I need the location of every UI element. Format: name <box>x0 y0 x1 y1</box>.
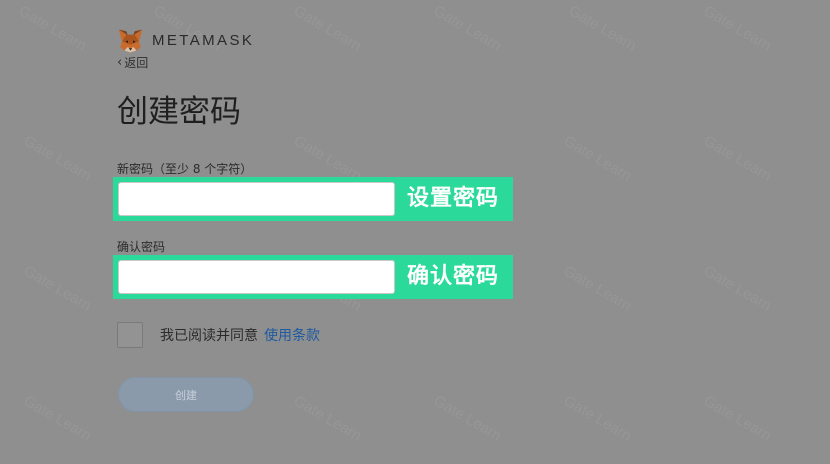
new-password-label: 新密码（至少 8 个字符） <box>117 162 253 176</box>
confirm-password-input[interactable] <box>118 260 395 294</box>
watermark: Gate Learn <box>290 392 365 445</box>
metamask-fox-icon <box>118 29 143 53</box>
metamask-logo: METAMASK <box>117 27 254 54</box>
confirm-password-annotation: 确认密码 <box>407 264 500 289</box>
watermark: Gate Learn <box>20 132 95 185</box>
watermark: Gate Learn <box>20 392 95 445</box>
new-password-highlight: 设置密码 <box>113 177 513 221</box>
new-password-input[interactable] <box>118 182 395 216</box>
watermark: Gate Learn <box>290 2 365 55</box>
brand-name: METAMASK <box>152 32 255 49</box>
watermark: Gate Learn <box>700 392 775 445</box>
set-password-annotation: 设置密码 <box>407 186 500 211</box>
watermark: Gate Learn <box>20 262 95 315</box>
confirm-password-highlight: 确认密码 <box>113 255 513 299</box>
back-link[interactable]: ‹ 返回 <box>117 54 148 71</box>
watermark: Gate Learn <box>430 2 505 55</box>
watermark: Gate Learn <box>700 132 775 185</box>
watermark: Gate Learn <box>700 2 775 55</box>
watermark: Gate Learn <box>430 392 505 445</box>
terms-row: 我已阅读并同意 使用条款 <box>117 322 320 348</box>
terms-checkbox[interactable] <box>117 322 143 348</box>
confirm-password-label: 确认密码 <box>117 240 166 254</box>
agree-text: 我已阅读并同意 <box>160 328 258 344</box>
watermark: Gate Learn <box>15 2 90 55</box>
watermark: Gate Learn <box>700 262 775 315</box>
chevron-left-icon: ‹ <box>117 55 123 70</box>
create-button[interactable]: 创建 <box>118 377 254 412</box>
watermark: Gate Learn <box>565 2 640 55</box>
terms-link[interactable]: 使用条款 <box>264 325 320 345</box>
page-title: 创建密码 <box>117 94 241 130</box>
watermark: Gate Learn <box>560 262 635 315</box>
watermark: Gate Learn <box>560 132 635 185</box>
watermark: Gate Learn <box>560 392 635 445</box>
back-label: 返回 <box>124 56 149 70</box>
